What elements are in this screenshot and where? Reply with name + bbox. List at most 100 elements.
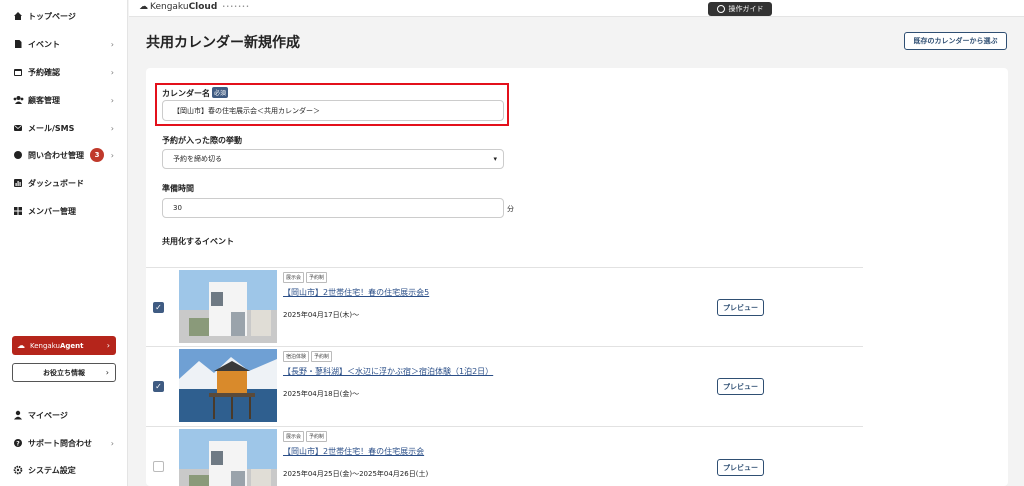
row-divider: [146, 267, 863, 268]
event-thumbnail: [179, 349, 277, 422]
required-badge: 必須: [212, 87, 229, 98]
event-checkbox[interactable]: ✓: [153, 302, 164, 313]
mail-icon: [12, 122, 24, 134]
event-title-link[interactable]: 【岡山市】2世帯住宅！春の住宅展示会: [283, 446, 424, 457]
kengaku-cloud-logo[interactable]: ☁ Kengaku Cloud •••••••: [139, 2, 250, 12]
row-divider: [146, 346, 863, 347]
chevron-right-icon: ›: [110, 123, 114, 133]
logo-text: Kengaku: [150, 2, 189, 12]
event-title-link[interactable]: 【長野・蓼科湖】＜水辺に浮かぶ宿＞宿泊体験（1泊2日）: [283, 366, 493, 377]
reservation-behavior-select[interactable]: 予約を締め切る ▾: [162, 149, 504, 169]
check-icon: ✓: [155, 303, 162, 312]
event-tags: 展示会 予約制: [283, 272, 328, 283]
shared-events-label: 共用化するイベント: [162, 237, 234, 246]
chevron-right-icon: ›: [110, 438, 114, 448]
home-icon: [12, 10, 24, 22]
reservation-behavior-label: 予約が入った際の挙動: [162, 136, 242, 145]
event-tag: 展示会: [283, 431, 305, 442]
top-header: ☁ Kengaku Cloud ••••••• 操作ガイド: [129, 0, 1024, 17]
event-thumbnail: [179, 429, 277, 486]
logo-subtext: •••••••: [222, 4, 250, 10]
svg-text:?: ?: [16, 440, 20, 447]
event-tag: 予約制: [306, 431, 328, 442]
calendar-name-value: 【岡山市】春の住宅展示会＜共用カレンダー＞: [173, 106, 320, 115]
chevron-right-icon: ›: [106, 341, 110, 350]
preview-button[interactable]: プレビュー: [717, 459, 764, 476]
logo-text-bold: Cloud: [188, 2, 218, 12]
event-tag: 予約制: [311, 351, 333, 362]
preview-button[interactable]: プレビュー: [717, 378, 764, 395]
event-tags: 宿泊体験 予約制: [283, 351, 333, 362]
event-date: 2025年04月18日(金)〜: [283, 390, 360, 398]
event-date: 2025年04月17日(木)〜: [283, 311, 360, 319]
chart-icon: [12, 177, 24, 189]
chevron-right-icon: ›: [110, 39, 114, 49]
chevron-right-icon: ›: [105, 368, 109, 377]
event-thumbnail: [179, 270, 277, 343]
grid-icon: [12, 205, 24, 217]
sidebar-item-label: トップページ: [28, 11, 76, 21]
gear-icon: [12, 464, 24, 476]
event-checkbox[interactable]: ✓: [153, 381, 164, 392]
sidebar-item-reservations[interactable]: 予約確認 ›: [12, 62, 124, 82]
sidebar-item-event[interactable]: イベント ›: [12, 34, 124, 54]
chevron-down-icon: ▾: [493, 155, 497, 163]
sidebar-item-label: メンバー管理: [28, 206, 76, 216]
sidebar-item-settings[interactable]: システム設定: [12, 460, 124, 480]
document-icon: [12, 38, 24, 50]
sidebar-item-customers[interactable]: 顧客管理 ›: [12, 90, 124, 110]
useful-info-button[interactable]: お役立ち情報 ›: [12, 363, 116, 382]
sidebar-item-support[interactable]: ? サポート問合わせ ›: [12, 433, 124, 453]
compass-icon: [716, 5, 725, 13]
operation-guide-label: 操作ガイド: [728, 5, 764, 13]
event-tag: 宿泊体験: [283, 351, 310, 362]
sidebar-item-inquiries[interactable]: 問い合わせ管理 3 ›: [12, 145, 124, 165]
sidebar-item-members[interactable]: メンバー管理: [12, 201, 124, 221]
operation-guide-button[interactable]: 操作ガイド: [708, 2, 772, 16]
users-icon: [12, 94, 24, 106]
reservation-behavior-value: 予約を締め切る: [173, 155, 222, 163]
prep-time-unit: 分: [507, 205, 514, 213]
sidebar-item-mypage[interactable]: マイページ: [12, 405, 124, 425]
chat-icon: [12, 149, 24, 161]
calendar-name-label-text: カレンダー名: [162, 89, 210, 98]
preview-button[interactable]: プレビュー: [717, 299, 764, 316]
sidebar-item-label: 顧客管理: [28, 95, 60, 105]
useful-info-label: お役立ち情報: [43, 368, 85, 377]
prep-time-value: 30: [173, 204, 182, 212]
agent-brand: Kengaku: [30, 341, 60, 350]
check-icon: ✓: [155, 382, 162, 391]
sidebar-item-top[interactable]: トップページ: [12, 6, 124, 26]
chevron-right-icon: ›: [110, 150, 114, 160]
sidebar-item-label: イベント: [28, 39, 60, 49]
agent-brand-bold: Agent: [60, 341, 84, 350]
event-date: 2025年04月25日(金)〜2025年04月26日(土): [283, 470, 429, 478]
page-title: 共用カレンダー新規作成: [146, 35, 300, 51]
sidebar-item-label: 問い合わせ管理: [28, 150, 84, 160]
event-tags: 展示会 予約制: [283, 431, 328, 442]
sidebar-item-label: システム設定: [28, 465, 76, 475]
calendar-name-input[interactable]: 【岡山市】春の住宅展示会＜共用カレンダー＞: [162, 100, 504, 121]
chevron-right-icon: ›: [110, 67, 114, 77]
prep-time-label: 準備時間: [162, 184, 194, 193]
calendar-name-label: カレンダー名 必須: [162, 87, 229, 99]
sidebar-item-label: サポート問合わせ: [28, 438, 92, 448]
user-icon: [12, 409, 24, 421]
calendar-icon: [12, 66, 24, 78]
notification-badge: 3: [90, 148, 104, 162]
cloud-icon: ☁: [17, 341, 25, 350]
event-title-link[interactable]: 【岡山市】2世帯住宅！春の住宅展示会5: [283, 287, 429, 298]
event-checkbox[interactable]: [153, 461, 164, 472]
sidebar-item-label: マイページ: [28, 410, 68, 420]
sidebar-item-label: ダッシュボード: [28, 178, 84, 188]
sidebar-item-label: メール/SMS: [28, 123, 75, 133]
chevron-right-icon: ›: [110, 95, 114, 105]
kengaku-agent-button[interactable]: ☁ Kengaku Agent ›: [12, 336, 116, 355]
prep-time-input[interactable]: 30: [162, 198, 504, 218]
sidebar: トップページ イベント › 予約確認 › 顧客管理 › メール/SMS › 問い…: [0, 0, 128, 486]
sidebar-item-mail[interactable]: メール/SMS ›: [12, 118, 124, 138]
sidebar-item-dashboard[interactable]: ダッシュボード: [12, 173, 124, 193]
sidebar-item-label: 予約確認: [28, 67, 60, 77]
event-tag: 展示会: [283, 272, 305, 283]
choose-existing-calendar-button[interactable]: 既存のカレンダーから選ぶ: [904, 32, 1007, 50]
